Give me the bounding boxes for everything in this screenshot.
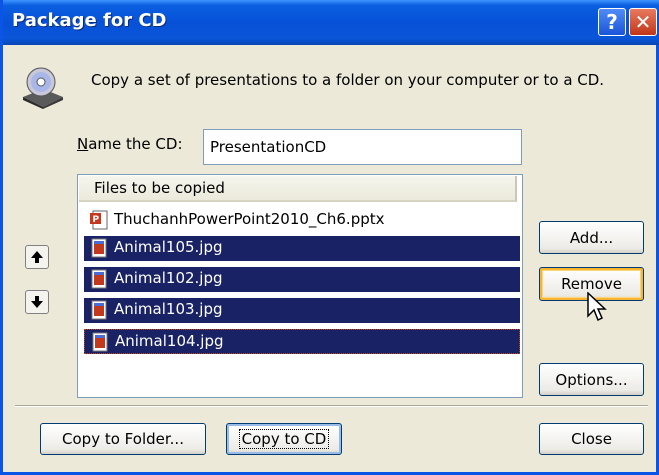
cd-drive-icon [23, 67, 63, 109]
jpg-file-icon [91, 300, 107, 320]
close-window-button[interactable]: ✕ [629, 8, 657, 36]
separator [15, 405, 648, 407]
copy-to-folder-label: Copy to Folder... [62, 430, 184, 448]
title-bar[interactable]: Package for CD ? ✕ [3, 0, 659, 45]
list-item[interactable]: Animal104.jpg [84, 329, 520, 354]
add-button[interactable]: Add... [539, 221, 644, 254]
help-icon: ? [606, 10, 618, 34]
move-down-button[interactable] [25, 290, 49, 314]
file-name: ThuchanhPowerPoint2010_Ch6.pptx [114, 210, 385, 228]
pptx-file-icon: P [90, 210, 108, 230]
file-name: Animal104.jpg [115, 332, 224, 350]
remove-button-label: Remove [561, 275, 622, 293]
svg-text:P: P [93, 215, 100, 225]
cd-name-input[interactable] [203, 129, 522, 165]
file-name: Animal103.jpg [114, 300, 223, 318]
jpg-file-icon [92, 332, 108, 352]
arrow-up-icon [31, 251, 43, 263]
list-item[interactable]: P ThuchanhPowerPoint2010_Ch6.pptx [84, 208, 520, 233]
close-button-label: Close [571, 430, 612, 448]
mouse-pointer-icon [587, 292, 607, 322]
dialog-title: Package for CD [12, 10, 167, 31]
jpg-file-icon [91, 269, 107, 289]
close-icon: ✕ [634, 10, 652, 34]
options-button-label: Options... [555, 370, 628, 389]
add-button-label: Add... [569, 228, 614, 247]
move-up-button[interactable] [25, 245, 49, 269]
close-button[interactable]: Close [539, 423, 644, 455]
options-button[interactable]: Options... [539, 363, 644, 396]
copy-to-folder-button[interactable]: Copy to Folder... [40, 423, 206, 455]
copy-to-cd-button[interactable]: Copy to CD [226, 423, 342, 455]
intro-text: Copy a set of presentations to a folder … [91, 71, 605, 89]
list-item[interactable]: Animal103.jpg [84, 298, 520, 323]
files-list-header[interactable]: Files to be copied [79, 176, 517, 202]
list-item[interactable]: Animal102.jpg [84, 267, 520, 292]
arrow-down-icon [31, 296, 43, 308]
help-button[interactable]: ? [598, 8, 626, 36]
files-list[interactable]: Files to be copied P ThuchanhPowerPoint2… [77, 174, 523, 398]
copy-to-cd-label: Copy to CD [238, 429, 330, 449]
jpg-file-icon [91, 238, 107, 258]
package-for-cd-dialog: Package for CD ? ✕ Copy a set of present… [0, 0, 659, 475]
list-item[interactable]: Animal105.jpg [84, 236, 520, 261]
file-name: Animal102.jpg [114, 269, 223, 287]
file-name: Animal105.jpg [114, 238, 223, 256]
name-cd-label: Name the CD: [77, 135, 183, 153]
